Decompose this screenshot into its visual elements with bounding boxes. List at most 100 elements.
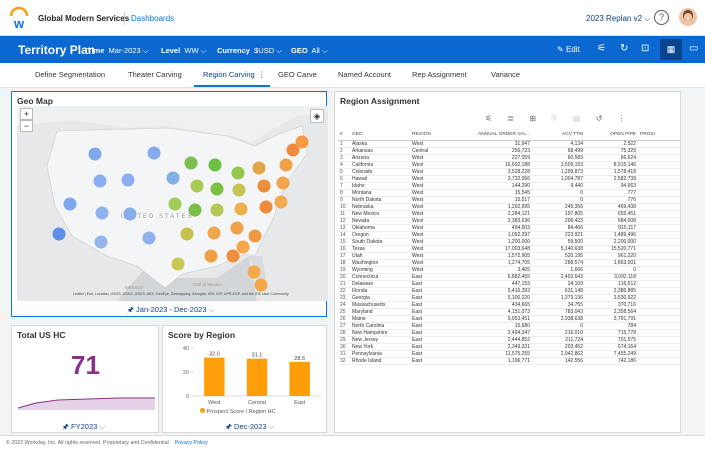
map-point[interactable] [295,135,309,149]
map-point[interactable] [142,231,156,245]
cell-region[interactable]: West [410,154,468,162]
map-point[interactable] [188,203,202,217]
table-row[interactable]: 5 Colorado West 3,528,228 1,299,873 1,578,418 [338,168,680,176]
table-row[interactable]: 12 Nevada West 2,383,636 206,423 684,008 [338,217,680,225]
cell-annual-order-value[interactable]: 227,059 [468,154,532,162]
cell-annual-order-value[interactable]: 1,196,771 [468,357,532,365]
cell-open-pipe[interactable]: 742,186 [585,357,638,365]
column-header[interactable]: GEO [350,131,410,141]
cell-geo[interactable]: Alaska [350,140,410,148]
cell-geo[interactable]: New Hampshire [350,329,410,337]
cell-acv-ttm[interactable]: 0 [532,322,585,330]
map-point[interactable] [180,227,194,241]
column-header[interactable]: ACV TTM [532,131,585,141]
cell-open-pipe[interactable]: 777 [585,189,638,197]
tab-more-icon[interactable]: ⋮ [258,70,266,79]
table-row[interactable]: 8 Montana West 15,545 0 777 [338,189,680,197]
cell-geo[interactable]: Massachusetts [350,301,410,309]
cell-annual-order-value[interactable]: 2,444,852 [468,336,532,344]
cell-region[interactable]: West [410,266,468,274]
filter-geo[interactable]: GEO All ⌵ [291,46,328,56]
cell-geo[interactable]: Hawaii [350,175,410,183]
cell-open-pipe[interactable]: 1,578,418 [585,168,638,176]
cell-open-pipe[interactable]: 94,663 [585,182,638,190]
cell-annual-order-value[interactable]: 16,692,188 [468,161,532,169]
cell-annual-order-value[interactable]: 1,292,995 [468,203,532,211]
cell-open-pipe[interactable]: 701,575 [585,336,638,344]
column-header[interactable]: OPEN PIPE [585,131,638,141]
cell-region[interactable]: West [410,217,468,225]
map-point[interactable] [210,182,224,196]
cell-prospect[interactable] [638,294,680,302]
map-point[interactable] [207,226,221,240]
cell-prospect[interactable] [638,217,680,225]
map-point[interactable] [52,227,66,241]
cell-open-pipe[interactable]: 815,117 [585,224,638,232]
cell-geo[interactable]: North Dakota [350,196,410,204]
cell-region[interactable]: East [410,322,468,330]
cell-annual-order-value[interactable]: 1,572,905 [468,252,532,260]
cell-region[interactable]: West [410,182,468,190]
table-row[interactable]: 13 Oklahoma West 494,503 84,466 815,117 [338,224,680,232]
cell-annual-order-value[interactable]: 447,153 [468,280,532,288]
plan-selector[interactable]: 2023 Replan v2 ⌵ [586,14,650,24]
table-row[interactable]: 23 Georgia East 5,100,220 1,373,136 3,530,922 [338,294,680,302]
cell-acv-ttm[interactable]: 9,440 [532,182,585,190]
table-row[interactable]: 25 Maryland East 4,151,073 783,043 2,358,564 [338,308,680,316]
table-row[interactable]: 14 Oregon West 1,092,297 223,921 1,489,496 [338,231,680,239]
cell-prospect[interactable] [638,343,680,351]
cell-region[interactable]: West [410,210,468,218]
table-row[interactable]: 6 Hawaii West 3,732,066 1,004,787 2,582,738 [338,175,680,183]
map-period-dropdown[interactable]: 🖈 Jan-2023 - Dec-2023 ⌵ [127,304,214,317]
map-point[interactable] [259,200,273,214]
map-point[interactable] [94,235,108,249]
cell-region[interactable]: East [410,280,468,288]
cell-acv-ttm[interactable]: 211,724 [532,336,585,344]
cell-region[interactable]: West [410,231,468,239]
cell-prospect[interactable] [638,231,680,239]
cell-geo[interactable]: California [350,161,410,169]
cell-annual-order-value[interactable]: 6,882,455 [468,273,532,281]
table-row[interactable]: 18 Washington West 1,274,705 288,574 1,863,00… [338,259,680,267]
cell-acv-ttm[interactable]: 1,299,873 [532,168,585,176]
cell-region[interactable]: West [410,238,468,246]
cell-prospect[interactable] [638,245,680,253]
map-point[interactable] [166,171,180,185]
map-point[interactable] [168,197,182,211]
table-row[interactable]: 10 Nebraska West 1,292,995 245,356 469,438 [338,203,680,211]
grid-view-icon[interactable]: ▦ [660,39,682,60]
cell-annual-order-value[interactable]: 144,290 [468,182,532,190]
cell-annual-order-value[interactable]: 256,723 [468,147,532,155]
dashboards-link[interactable]: Dashboards [131,14,174,23]
map-point[interactable] [208,158,222,172]
cell-region[interactable]: East [410,329,468,337]
map-point[interactable] [190,179,204,193]
cell-open-pipe[interactable]: 469,438 [585,203,638,211]
table-row[interactable]: 30 New York East 2,349,331 203,452 674,164 [338,343,680,351]
tab-region-carving[interactable]: Region Carving [203,70,255,79]
cell-acv-ttm[interactable]: 59,500 [532,238,585,246]
map-point[interactable] [88,147,102,161]
map-point[interactable] [204,249,218,263]
table-row[interactable]: 4 California West 16,692,188 3,509,153 8,915,… [338,161,680,169]
cell-region[interactable]: West [410,224,468,232]
cell-geo[interactable]: Washington [350,259,410,267]
cell-geo[interactable]: New Mexico [350,210,410,218]
cell-annual-order-value[interactable]: 434,665 [468,301,532,309]
cell-acv-ttm[interactable]: 520,195 [532,252,585,260]
map-point[interactable] [230,221,244,235]
privacy-policy-link[interactable]: Privacy Policy [175,440,208,446]
cell-acv-ttm[interactable]: 3,509,153 [532,161,585,169]
tab-theater-carving[interactable]: Theater Carving [128,70,182,79]
cell-prospect[interactable] [638,301,680,309]
map-point[interactable] [274,195,288,209]
tab-rep-assignment[interactable]: Rep Assignment [412,70,467,79]
cell-prospect[interactable] [638,287,680,295]
cell-annual-order-value[interactable]: 2,494,347 [468,329,532,337]
cell-geo[interactable]: Utah [350,252,410,260]
cell-open-pipe[interactable]: 3,791,791 [585,315,638,323]
map-point[interactable] [231,166,245,180]
column-settings-icon[interactable]: ≣ [507,114,514,123]
cell-acv-ttm[interactable]: 206,423 [532,217,585,225]
table-row[interactable]: 17 Utah West 1,572,905 520,195 961,220 [338,252,680,260]
